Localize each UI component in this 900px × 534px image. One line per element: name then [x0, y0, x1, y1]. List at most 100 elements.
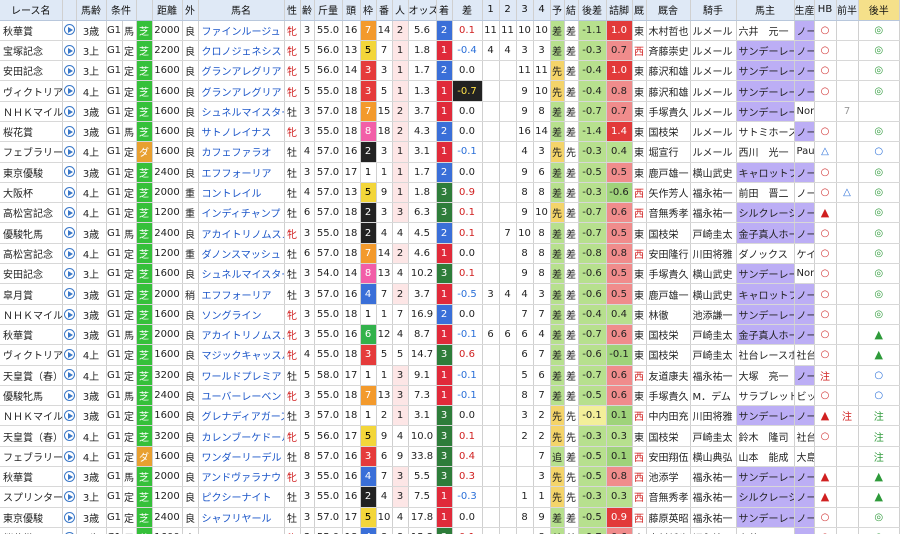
play-icon[interactable]	[63, 105, 75, 117]
jockey[interactable]: ルメール	[690, 80, 737, 102]
col-c3[interactable]: 3	[516, 0, 534, 21]
owner[interactable]: 金子真人ホー	[736, 222, 795, 244]
horse-name[interactable]: グレナディアガーズ	[198, 405, 285, 427]
breeder[interactable]: ノースヒルズ	[794, 182, 815, 204]
horse-name[interactable]: クロノジェネシス	[198, 40, 285, 62]
col-res[interactable]: 結	[564, 0, 579, 21]
race-name[interactable]: 秋華賞	[0, 324, 63, 346]
trainer[interactable]: 藤沢和雄	[646, 80, 691, 102]
play-cell[interactable]	[62, 425, 77, 447]
jockey[interactable]: 横山武史	[690, 162, 737, 183]
breeder[interactable]: ノーザンファ	[794, 507, 815, 528]
play-icon[interactable]	[63, 125, 75, 137]
jockey[interactable]: 横山典弘	[690, 446, 737, 468]
trainer[interactable]: 国枝栄	[646, 324, 691, 346]
table-row[interactable]: 高松宮記念 4上 G1 定芝 1200 重ダノンスマッシュ牡 6 57.0 18 7 14 2 4.6 1…	[0, 243, 900, 265]
table-row[interactable]: 東京優駿 3歳 G1 定芝 2400 良エフフォーリア牡 3 57.0 17 1 1 1 1.7 2 0.0…	[0, 162, 900, 183]
col-hb[interactable]: HB	[814, 0, 837, 21]
trainer[interactable]: 国枝栄	[646, 121, 691, 143]
table-row[interactable]: ＮＨＫマイル 3歳 G1 定芝 1600 良グレナディアガーズ牡 3 57.0 18 1 2 1 3.1…	[0, 405, 900, 427]
horse-name[interactable]: マジックキャッスル	[198, 344, 285, 366]
trainer[interactable]: 堀宣行	[646, 141, 691, 163]
horse-name[interactable]: グランアレグリア	[198, 60, 285, 82]
trainer[interactable]: 木村哲也	[646, 20, 691, 41]
col-yo[interactable]: 予	[550, 0, 565, 21]
breeder[interactable]: ノーザンファ	[794, 222, 815, 244]
col-diff[interactable]: 差	[452, 0, 483, 21]
table-row[interactable]: ＮＨＫマイル 3歳 G1 定芝 1600 良シュネルマイスター牡 3 57.0 18 7 15 2 3.…	[0, 101, 900, 122]
jockey[interactable]: 戸崎圭太	[690, 344, 737, 366]
col-age[interactable]: 馬齢	[76, 0, 107, 21]
owner[interactable]: シルクレーシ	[736, 486, 795, 508]
play-cell[interactable]	[62, 20, 77, 41]
trainer[interactable]: 藤原英昭	[646, 507, 691, 528]
breeder[interactable]: 社台ファーム	[794, 344, 815, 366]
col-c2[interactable]: 2	[499, 0, 517, 21]
breeder[interactable]: ノーザンファ	[794, 365, 815, 386]
owner[interactable]: サンデーレー	[736, 263, 795, 285]
horse-name[interactable]: エフフォーリア	[198, 283, 285, 305]
col-c4[interactable]: 4	[533, 0, 551, 21]
trainer[interactable]: 国枝栄	[646, 425, 691, 447]
race-name[interactable]: 宝塚記念	[0, 40, 63, 62]
col-pop[interactable]: 人	[392, 0, 409, 21]
play-cell[interactable]	[62, 344, 77, 366]
col-fld[interactable]: 頭	[342, 0, 361, 21]
owner[interactable]: 六井 元一	[736, 527, 795, 534]
horse-name[interactable]: サトノレイナス	[198, 121, 285, 143]
breeder[interactable]: ノーザンファ	[794, 283, 815, 305]
col-agari[interactable]: 詰脚	[606, 0, 633, 21]
race-name[interactable]: 優駿牝馬	[0, 385, 63, 407]
col-horse[interactable]: 馬名	[198, 0, 285, 21]
table-row[interactable]: 安田記念 3上 G1 定芝 1600 良グランアレグリア牝 5 56.0 14 3 3 1 1.7 2 0.…	[0, 60, 900, 82]
trainer[interactable]: 国枝栄	[646, 222, 691, 244]
breeder[interactable]: ノーザンファ	[794, 304, 815, 325]
race-name[interactable]: 皐月賞	[0, 283, 63, 305]
col-waku[interactable]: 枠	[360, 0, 377, 21]
horse-name[interactable]: カフェファラオ	[198, 141, 285, 163]
play-cell[interactable]	[62, 141, 77, 163]
breeder[interactable]: ノーザンファ	[794, 486, 815, 508]
play-cell[interactable]	[62, 40, 77, 62]
table-row[interactable]: 優駿牝馬 3歳 G1 馬芝 2400 良アカイトリノムスメ牝 3 55.0 18 2 4 4 4.5 2 0…	[0, 222, 900, 244]
col-trainer[interactable]: 厩舎	[646, 0, 691, 21]
horse-name[interactable]: コントレイル	[198, 182, 285, 204]
race-name[interactable]: 東京優駿	[0, 162, 63, 183]
horse-name[interactable]: アカイトリノムスメ	[198, 222, 285, 244]
trainer[interactable]: 斉藤崇史	[646, 40, 691, 62]
play-icon[interactable]	[63, 288, 75, 300]
owner[interactable]: サンデーレー	[736, 60, 795, 82]
jockey[interactable]: 川田将雅	[690, 405, 737, 427]
race-name[interactable]: 優駿牝馬	[0, 222, 63, 244]
horse-name[interactable]: シュネルマイスター	[198, 101, 285, 122]
play-cell[interactable]	[62, 486, 77, 508]
jockey[interactable]: 戸崎圭太	[690, 425, 737, 447]
race-name[interactable]: フェブラリー	[0, 141, 63, 163]
owner[interactable]: 六井 元一	[736, 20, 795, 41]
race-name[interactable]: ＮＨＫマイル	[0, 101, 63, 122]
play-cell[interactable]	[62, 385, 77, 407]
table-row[interactable]: ヴィクトリア 4上 G1 定芝 1600 良グランアレグリア牝 5 55.0 18 3 5 1 1.3 1…	[0, 80, 900, 102]
breeder[interactable]: ノーザンファ	[794, 20, 815, 41]
play-cell[interactable]	[62, 324, 77, 346]
play-icon[interactable]	[63, 64, 75, 76]
trainer[interactable]: 国枝栄	[646, 344, 691, 366]
race-name[interactable]: フェブラリー	[0, 446, 63, 468]
table-row[interactable]: 天皇賞（春） 4上 G1 定芝 3200 良カレンブーケドール牝 5 56.0 17 5 9 4 10.…	[0, 425, 900, 447]
horse-name[interactable]: アカイトリノムスメ	[198, 324, 285, 346]
jockey[interactable]: 戸崎圭太	[690, 222, 737, 244]
jockey[interactable]: 川田将雅	[690, 243, 737, 265]
trainer[interactable]: 友道康夫	[646, 365, 691, 386]
play-icon[interactable]	[63, 207, 75, 219]
race-name[interactable]: スプリンター	[0, 486, 63, 508]
col-h2[interactable]: 後半	[858, 0, 900, 21]
race-name[interactable]: 大阪杯	[0, 182, 63, 204]
play-icon[interactable]	[63, 410, 75, 422]
breeder[interactable]: ノーザンファ	[794, 162, 815, 183]
play-cell[interactable]	[62, 182, 77, 204]
jockey[interactable]: 福永祐一	[690, 182, 737, 204]
breeder[interactable]: Northe	[794, 101, 815, 122]
play-cell[interactable]	[62, 80, 77, 102]
breeder[interactable]: ビッグレッド	[794, 385, 815, 407]
table-row[interactable]: 大阪杯 4上 G1 定芝 2000 重コントレイル牡 4 57.0 13 5 9 1 1.8 3 0.9 8 8…	[0, 182, 900, 204]
